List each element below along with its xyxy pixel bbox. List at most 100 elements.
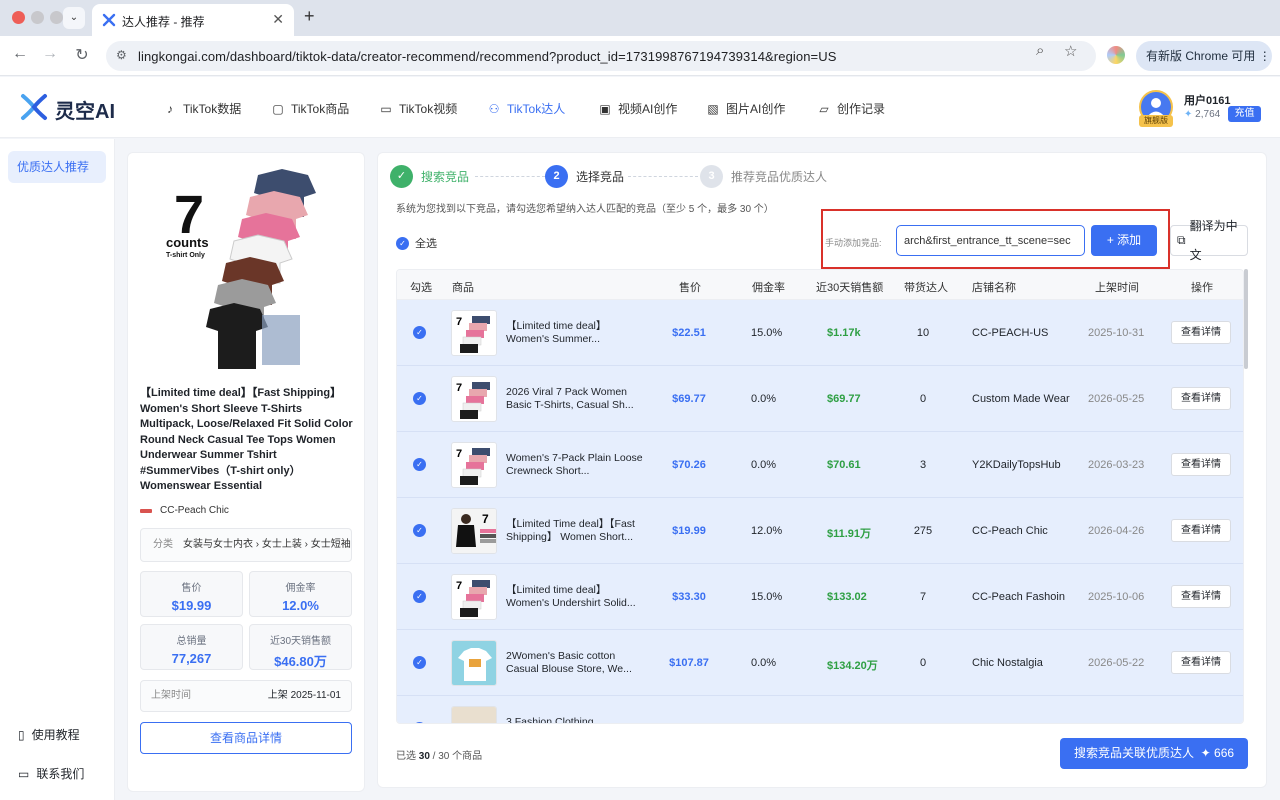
chat-icon: ▭ bbox=[18, 766, 30, 781]
nav-tiktok-videos[interactable]: ▭ TikTok视频 bbox=[379, 100, 457, 117]
table-row[interactable]: ✓ 7 2026 Viral 7 Pack Women Basic T-Shirts… bbox=[397, 366, 1243, 432]
th-select: 勾选 bbox=[410, 282, 432, 294]
table-row[interactable]: ✓ 7 【Limited Time deal】【Fast Shipping】 Wom… bbox=[397, 498, 1243, 564]
table-scrollbar[interactable] bbox=[1244, 269, 1248, 369]
manual-add-label: 手动添加竞品: bbox=[825, 238, 882, 248]
address-bar[interactable]: ⚙ lingkongai.com/dashboard/tiktok-data/c… bbox=[106, 41, 1096, 71]
search-creators-button[interactable]: 搜索竞品关联优质达人 ✦ 666 bbox=[1060, 738, 1248, 769]
row-listed-date: 2026-04-26 bbox=[1088, 525, 1145, 537]
table-row[interactable]: ✓ 7 Women's 7-Pack Plain Loose Crewneck Sh… bbox=[397, 432, 1243, 498]
username[interactable]: 用户0161 bbox=[1184, 92, 1230, 108]
product-name[interactable]: Women's 7-Pack Plain Loose Crewneck Shor… bbox=[506, 452, 644, 478]
nav-tiktok-data[interactable]: ♪ TikTok数据 bbox=[163, 100, 241, 117]
nav-tiktok-products[interactable]: ▢ TikTok商品 bbox=[271, 100, 349, 117]
product-thumbnail[interactable]: 7 bbox=[451, 376, 497, 422]
back-arrow-icon[interactable]: ← bbox=[10, 45, 30, 63]
table-row[interactable]: ✓ 2Women's Basic cotton Casual Blouse Sto… bbox=[397, 630, 1243, 696]
category-value: 女装与女士内衣 › 女士上装 › 女士短袖 bbox=[183, 539, 351, 550]
row-30d-sales: $133.02 bbox=[827, 591, 867, 603]
product-thumbnail[interactable] bbox=[451, 640, 497, 686]
reload-icon[interactable]: ↻ bbox=[72, 45, 92, 65]
close-window-button[interactable] bbox=[12, 11, 25, 24]
nav-label: TikTok商品 bbox=[291, 102, 350, 116]
row-checkbox[interactable]: ✓ bbox=[413, 656, 426, 669]
tab-close-icon[interactable]: ✕ bbox=[272, 11, 284, 28]
table-row[interactable]: ✓ 3 Fashion Clothing bbox=[397, 696, 1243, 723]
sidebar-item-contact[interactable]: ▭ 联系我们 bbox=[18, 765, 84, 782]
row-checkbox[interactable]: ✓ bbox=[413, 458, 426, 471]
nav-image-ai[interactable]: ▧ 图片AI创作 bbox=[706, 100, 785, 117]
folder-icon: ▱ bbox=[819, 101, 829, 116]
row-checkbox[interactable]: ✓ bbox=[413, 590, 426, 603]
bookmark-star-icon[interactable]: ☆ bbox=[1064, 42, 1077, 60]
product-thumbnail[interactable] bbox=[451, 706, 497, 723]
stat-30d-revenue: 近30天销售额 $46.80万 bbox=[249, 624, 352, 670]
product-thumbnail[interactable]: 7 bbox=[451, 442, 497, 488]
row-checkbox[interactable]: ✓ bbox=[413, 326, 426, 339]
nav-label: TikTok数据 bbox=[183, 102, 242, 116]
product-thumbnail[interactable]: 7 bbox=[451, 574, 497, 620]
recharge-button[interactable]: 充值 bbox=[1228, 106, 1261, 122]
minimize-window-button[interactable] bbox=[31, 11, 44, 24]
product-name[interactable]: 【Limited Time deal】【Fast Shipping】 Women… bbox=[506, 518, 644, 544]
browser-tab[interactable]: 达人推荐 - 推荐 ✕ bbox=[92, 4, 294, 36]
view-details-button[interactable]: 查看详情 bbox=[1171, 585, 1231, 608]
table-row[interactable]: ✓ 7 【Limited time deal】 Women's Undershirt… bbox=[397, 564, 1243, 630]
product-shop[interactable]: CC-Peach Chic bbox=[140, 505, 229, 516]
select-all-checkbox[interactable]: ✓ 全选 bbox=[396, 235, 437, 251]
product-thumbnail[interactable]: 7 bbox=[451, 310, 497, 356]
table-row[interactable]: ✓ 7 【Limited time deal】 Women's Summer... $… bbox=[397, 300, 1243, 366]
sidebar-item-creator-recommend[interactable]: 优质达人推荐 bbox=[8, 151, 106, 183]
site-settings-icon[interactable]: ⚙ bbox=[116, 48, 127, 62]
product-name[interactable]: 【Limited time deal】 Women's Undershirt S… bbox=[506, 584, 644, 610]
th-creators: 带货达人 bbox=[904, 282, 948, 294]
nav-history[interactable]: ▱ 创作记录 bbox=[817, 100, 885, 117]
view-details-button[interactable]: 查看详情 bbox=[1171, 519, 1231, 542]
row-checkbox[interactable]: ✓ bbox=[413, 392, 426, 405]
row-checkbox[interactable]: ✓ bbox=[413, 524, 426, 537]
maximize-window-button[interactable] bbox=[50, 11, 63, 24]
view-product-detail-button[interactable]: 查看商品详情 bbox=[140, 722, 352, 754]
th-shop: 店铺名称 bbox=[972, 282, 1016, 294]
view-details-button[interactable]: 查看详情 bbox=[1171, 651, 1231, 674]
manual-add-input[interactable] bbox=[896, 225, 1085, 256]
nav-tiktok-creators[interactable]: ⚇ TikTok达人 bbox=[487, 100, 566, 117]
app-header: 灵空AI ♪ TikTok数据 ▢ TikTok商品 ▭ TikTok视频 ⚇ TikT… bbox=[0, 77, 1280, 138]
view-details-button[interactable]: 查看详情 bbox=[1171, 453, 1231, 476]
row-30d-sales: $134.20万 bbox=[827, 660, 878, 672]
view-details-button[interactable]: 查看详情 bbox=[1171, 321, 1231, 344]
sidebar-item-tutorial[interactable]: ▯ 使用教程 bbox=[18, 726, 80, 743]
row-30d-sales: $69.77 bbox=[827, 393, 861, 405]
row-shop: Y2KDailyTopsHub bbox=[972, 459, 1061, 471]
stat-commission: 佣金率 12.0% bbox=[249, 571, 352, 617]
svg-text:7: 7 bbox=[456, 316, 462, 328]
diamond-icon: ✦ bbox=[1184, 109, 1193, 120]
step-connector bbox=[628, 176, 698, 177]
row-price: $33.30 bbox=[672, 591, 706, 603]
th-product: 商品 bbox=[452, 282, 474, 294]
view-details-button[interactable]: 查看详情 bbox=[1171, 387, 1231, 410]
row-commission: 0.0% bbox=[751, 459, 777, 471]
tab-search-chevron-icon[interactable]: ⌄ bbox=[63, 7, 85, 29]
row-checkbox[interactable]: ✓ bbox=[413, 722, 426, 723]
translate-button[interactable]: ⧉ 翻译为中文 bbox=[1170, 219, 1248, 262]
logo-text[interactable]: 灵空AI bbox=[55, 95, 115, 124]
profile-avatar-icon[interactable] bbox=[1107, 46, 1125, 64]
product-name[interactable]: 【Limited time deal】 Women's Summer... bbox=[506, 320, 644, 346]
list-time-value: 上架 2025-11-01 bbox=[267, 690, 341, 701]
product-name[interactable]: 3 Fashion Clothing bbox=[506, 716, 644, 723]
row-creators: 10 bbox=[916, 327, 930, 339]
nav-video-ai[interactable]: ▣ 视频AI创作 bbox=[598, 100, 677, 117]
row-shop: Custom Made Wear bbox=[972, 393, 1070, 405]
product-name[interactable]: 2026 Viral 7 Pack Women Basic T-Shirts, … bbox=[506, 386, 644, 412]
product-name[interactable]: 2Women's Basic cotton Casual Blouse Stor… bbox=[506, 650, 644, 676]
add-competitor-button[interactable]: + 添加 bbox=[1091, 225, 1157, 256]
chrome-update-button[interactable]: 有新版 Chrome 可用 ⋮ bbox=[1136, 41, 1272, 71]
new-tab-plus-icon[interactable]: + bbox=[304, 6, 315, 27]
points-balance: ✦ 2,764 bbox=[1184, 109, 1220, 120]
row-listed-date: 2026-03-23 bbox=[1088, 459, 1145, 471]
zoom-magnifier-icon[interactable]: ⌕ bbox=[1036, 42, 1044, 59]
forward-arrow-icon[interactable]: → bbox=[40, 45, 60, 63]
url-text[interactable]: lingkongai.com/dashboard/tiktok-data/cre… bbox=[138, 49, 837, 64]
product-thumbnail[interactable]: 7 bbox=[451, 508, 497, 554]
